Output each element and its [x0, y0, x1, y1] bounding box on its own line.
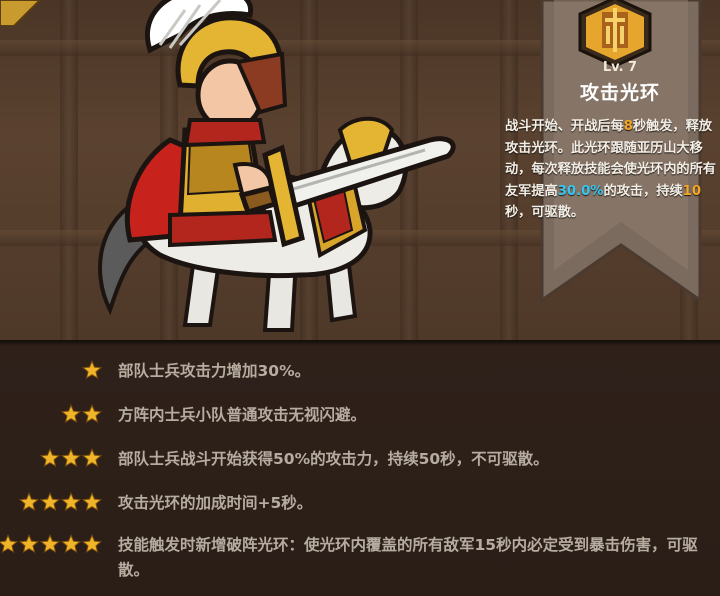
star-icon [60, 491, 82, 516]
star-icon [60, 403, 82, 428]
star-icon [18, 533, 40, 558]
star-icon [60, 533, 82, 558]
skill-level: Lv. 7 [602, 60, 638, 75]
description-segment: 战斗开始、开战后每 [505, 119, 624, 134]
star-rating [81, 359, 103, 384]
star-icon [81, 491, 103, 516]
star-rating [18, 491, 103, 516]
star-icon [81, 359, 103, 384]
star-icon [18, 491, 40, 516]
skill-name: 攻击光环 [579, 82, 660, 104]
description-segment: 30.0% [557, 183, 604, 199]
star-icon [39, 491, 61, 516]
star-rating [60, 403, 103, 428]
panel-divider [0, 340, 720, 346]
sword-emblem-icon [578, 0, 652, 68]
star-bonus-panel: 部队士兵攻击力增加30%。方阵内士兵小队普通攻击无视闪避。部队士兵战斗开始获得5… [0, 340, 720, 596]
hero-scene: Lv. 7 攻击光环 战斗开始、开战后每8秒触发，释放攻击光环。此光环跟随亚历山… [0, 0, 720, 340]
description-segment: 的攻击，持续 [603, 183, 683, 199]
star-bonus-text: 部队士兵攻击力增加30%。 [118, 362, 311, 380]
star-rating [0, 533, 103, 558]
star-icon [81, 533, 103, 558]
star-icon [60, 447, 82, 472]
star-bonus-text: 技能触发时新增破阵光环：使光环内覆盖的所有敌军15秒内必定受到暴击伤害，可驱散。 [118, 536, 698, 579]
star-icon [0, 533, 19, 558]
star-icon [81, 447, 103, 472]
star-icon [39, 533, 61, 558]
star-bonus-text: 方阵内士兵小队普通攻击无视闪避。 [118, 406, 367, 424]
description-segment: 10 [682, 183, 701, 199]
star-bonus-text: 攻击光环的加成时间+5秒。 [118, 494, 313, 512]
hero-portrait-alexander [98, 0, 456, 332]
star-rating [39, 447, 103, 472]
star-bonus-text: 部队士兵战斗开始获得50%的攻击力，持续50秒，不可驱散。 [118, 450, 549, 468]
skill-description: 战斗开始、开战后每8秒触发，释放攻击光环。此光环跟随亚历山大移动，每次释放技能会… [505, 116, 717, 224]
star-icon [39, 447, 61, 472]
description-segment: 8 [623, 119, 633, 134]
star-icon [81, 403, 103, 428]
description-segment: 秒，可驱散。 [505, 205, 585, 220]
